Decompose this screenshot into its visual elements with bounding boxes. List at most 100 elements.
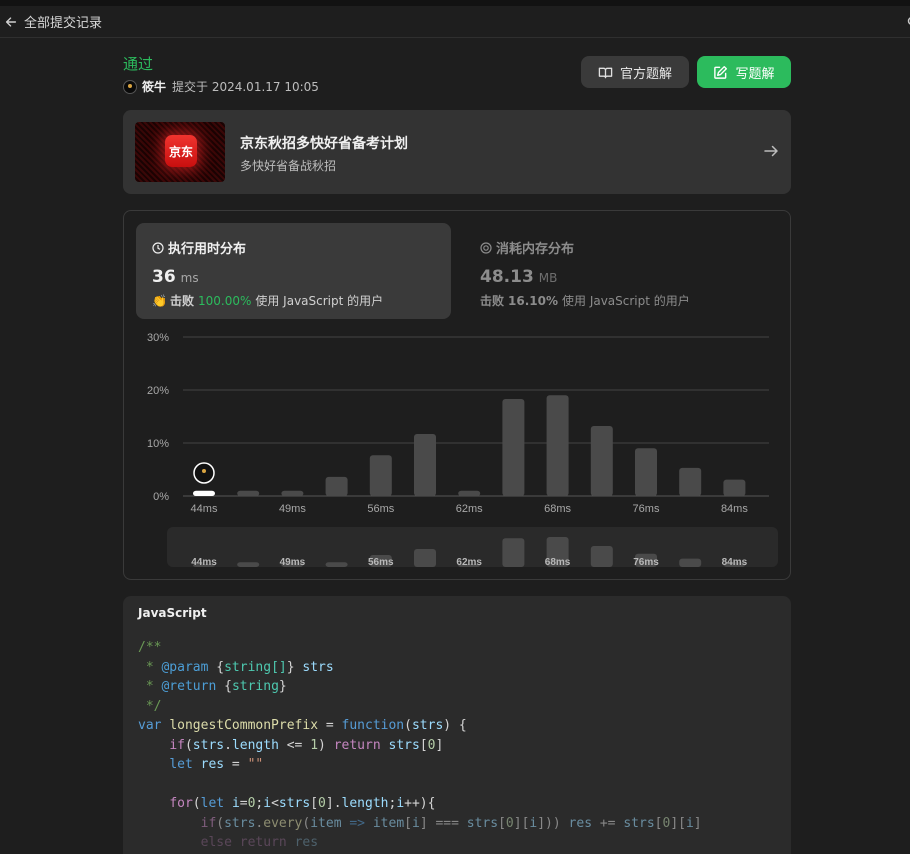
- overview-bar: [325, 562, 348, 567]
- code-line: for(let i=0;i<strs[0].length;i++){: [138, 794, 702, 814]
- x-tick-label: 56ms: [367, 503, 394, 515]
- banner-image: 京东: [135, 122, 225, 182]
- code-token: i: [231, 796, 240, 811]
- x-tick-label: 84ms: [721, 503, 748, 515]
- overview-tick-label: 62ms: [456, 557, 482, 567]
- code-token: [: [498, 815, 506, 831]
- bar: [369, 455, 392, 496]
- overview-tick-label: 68ms: [545, 557, 571, 567]
- bar: [281, 490, 304, 496]
- code-token: 0: [505, 815, 514, 831]
- runtime-distribution-chart: 30% 20% 10% 0% 44ms 49ms 56ms 62ms 68ms 76ms 84ms: [147, 332, 769, 515]
- promo-banner[interactable]: 京东 京东秋招多快好省备考计划 多快好省备战秋招: [123, 110, 791, 194]
- overview-chart: 44ms 49ms 56ms 62ms 68ms 76ms 84ms: [191, 537, 748, 567]
- overview-bar: [590, 546, 613, 567]
- book-open-icon: [598, 67, 613, 78]
- code-line: /**: [138, 638, 702, 658]
- code-token: ++){: [404, 796, 436, 811]
- code-block: /** * @param {string[]} strs * @return {…: [138, 638, 702, 853]
- x-tick-label: 76ms: [633, 503, 660, 515]
- bar: [590, 426, 613, 496]
- code-token: @return: [161, 679, 217, 694]
- code-token: ].: [325, 796, 342, 811]
- arrow-left-icon: [5, 16, 17, 27]
- overview-tick-label: 49ms: [280, 557, 306, 567]
- code-token: ): [318, 737, 334, 753]
- bar-highlight: [193, 490, 215, 496]
- code-token: .: [224, 737, 232, 753]
- overview-bar: [237, 562, 260, 567]
- username[interactable]: 筱牛: [142, 78, 166, 95]
- overview-bar: [679, 558, 702, 567]
- back-to-all-submissions[interactable]: 全部提交记录: [0, 6, 102, 37]
- code-token: ]: [693, 815, 702, 831]
- code-line: if(strs.every(item => item[i] === strs[0…: [138, 814, 702, 834]
- official-solution-label: 官方题解: [619, 66, 672, 82]
- code-token: item: [372, 815, 405, 831]
- stats-panel: 执行用时分布 36 ms 👏 击败 100.00% 使用 JavaScript …: [123, 210, 791, 580]
- arrow-right-icon: [764, 145, 778, 157]
- bar: [635, 448, 657, 496]
- code-line: if(strs.length <= 1) return strs[0]: [138, 736, 702, 756]
- submission-status: 通过: [123, 55, 154, 73]
- code-token: let: [169, 757, 193, 772]
- code-token: 0: [318, 796, 326, 811]
- official-solution-button[interactable]: 官方题解: [581, 56, 689, 88]
- code-token: ] ===: [419, 815, 467, 831]
- avatar[interactable]: [123, 79, 137, 94]
- code-token: }: [286, 659, 303, 675]
- code-token: item: [310, 815, 342, 831]
- overview-tick-label: 44ms: [191, 557, 217, 567]
- overview-bar: [502, 538, 525, 567]
- code-token: (: [192, 796, 201, 811]
- bar: [723, 479, 746, 496]
- code-token: ])): [537, 815, 569, 831]
- code-token: longestCommonPrefix: [169, 718, 319, 733]
- code-token: }: [278, 679, 287, 694]
- code-token: {: [216, 679, 232, 694]
- code-token: [: [404, 815, 412, 831]
- code-token: @param: [161, 659, 209, 675]
- submitted-time: 提交于 2024.01.17 10:05: [172, 80, 319, 94]
- code-token: i: [685, 815, 694, 831]
- code-language: JavaScript: [138, 606, 207, 620]
- code-token: length: [231, 737, 279, 753]
- code-token: <: [271, 796, 279, 811]
- overview-bar: [414, 549, 436, 567]
- bar: [237, 490, 260, 496]
- code-token: (: [404, 718, 412, 733]
- code-token: {: [208, 659, 225, 675]
- submission-meta: 筱牛 提交于 2024.01.17 10:05: [123, 78, 319, 95]
- code-token: let: [200, 796, 225, 811]
- code-line: */: [138, 697, 702, 717]
- code-token: every: [263, 815, 303, 831]
- jd-logo: 京东: [165, 135, 197, 167]
- code-token: "": [247, 757, 264, 772]
- overview-tick-label: 56ms: [368, 557, 394, 567]
- expand-icon[interactable]: [904, 15, 910, 29]
- code-line: else return res: [138, 833, 702, 853]
- chart-range-scroller[interactable]: 44ms 49ms 56ms 62ms 68ms 76ms 84ms: [167, 527, 778, 567]
- code-panel: JavaScript /** * @param {string[]} strs …: [123, 596, 791, 854]
- code-token: res: [568, 815, 593, 831]
- bar: [414, 433, 436, 496]
- code-line: * @return {string}: [138, 677, 702, 697]
- code-token: else: [200, 835, 232, 850]
- code-token: return: [239, 835, 287, 850]
- code-token: length: [341, 796, 389, 811]
- bar: [679, 467, 702, 496]
- code-token: return: [333, 737, 381, 753]
- code-token: <=: [278, 737, 311, 753]
- bar: [502, 399, 525, 496]
- bar: [546, 395, 569, 496]
- x-tick-label: 44ms: [191, 503, 218, 515]
- code-token: if: [200, 815, 217, 831]
- code-token: strs: [224, 815, 256, 831]
- write-solution-button[interactable]: 写题解: [697, 56, 791, 88]
